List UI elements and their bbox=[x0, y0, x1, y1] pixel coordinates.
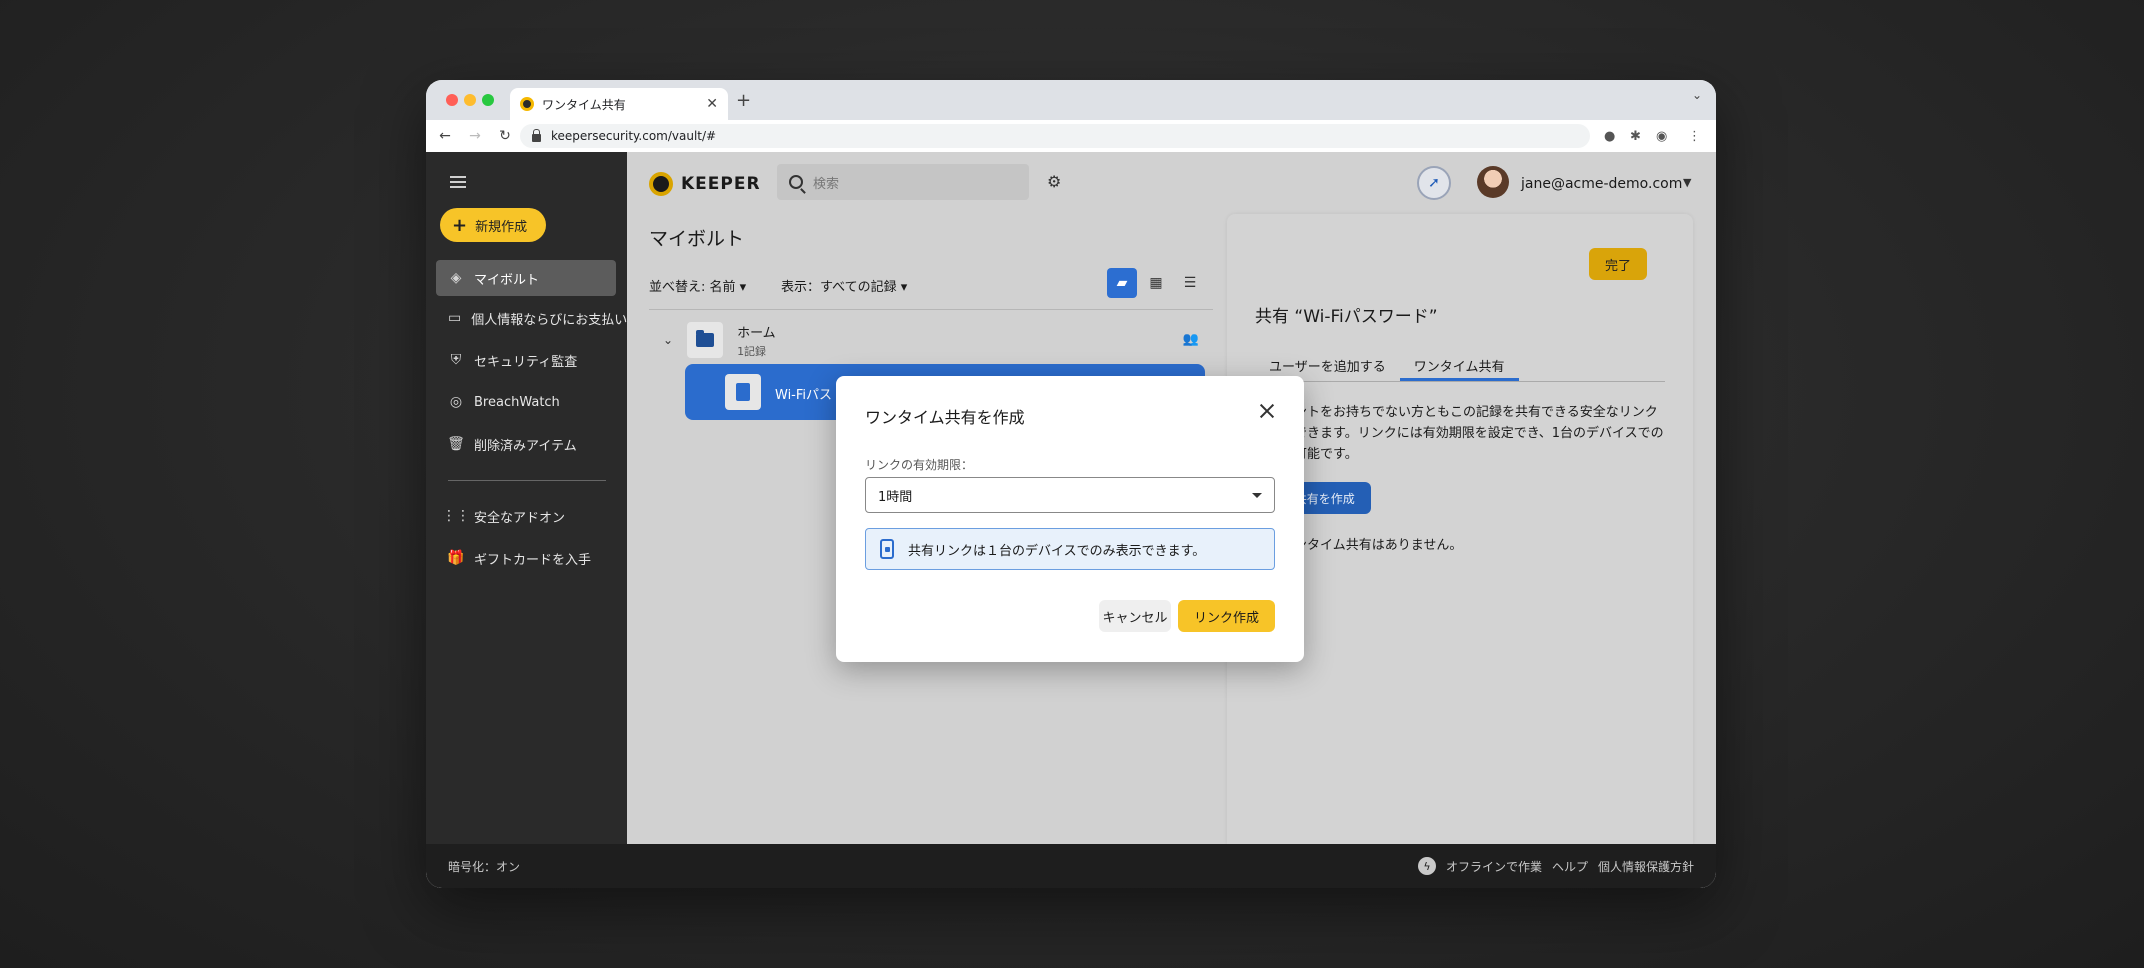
work-offline-link[interactable]: オフラインで作業 bbox=[1446, 858, 1542, 875]
profile-icon[interactable]: ◉ bbox=[1656, 129, 1667, 144]
expiry-value: 1時間 bbox=[878, 489, 913, 505]
close-icon[interactable] bbox=[1258, 402, 1276, 420]
close-window-button[interactable] bbox=[446, 94, 458, 106]
keeper-extension-icon[interactable]: ● bbox=[1604, 129, 1615, 144]
maximize-window-button[interactable] bbox=[482, 94, 494, 106]
cancel-button[interactable]: キャンセル bbox=[1099, 600, 1171, 632]
keeper-favicon-icon bbox=[520, 97, 534, 111]
url-text: keepersecurity.com/vault/# bbox=[551, 129, 717, 143]
kebab-menu-icon[interactable]: ⋮ bbox=[1688, 129, 1701, 144]
expiry-select[interactable]: 1時間 bbox=[865, 477, 1275, 513]
help-link[interactable]: ヘルプ bbox=[1552, 858, 1588, 875]
create-link-button[interactable]: リンク作成 bbox=[1178, 600, 1275, 632]
lightning-icon: ϟ bbox=[1417, 857, 1436, 875]
puzzle-extensions-icon[interactable]: ✱ bbox=[1630, 129, 1641, 144]
app-footer: 暗号化：オン ϟ オフラインで作業 ヘルプ 個人情報保護方針 bbox=[426, 844, 1716, 888]
reload-icon[interactable]: ↻ bbox=[494, 128, 516, 144]
address-bar[interactable]: keepersecurity.com/vault/# bbox=[520, 124, 1590, 148]
single-device-info: 共有リンクは１台のデバイスでのみ表示できます。 bbox=[865, 528, 1275, 570]
back-icon[interactable]: ← bbox=[434, 128, 456, 144]
info-text: 共有リンクは１台のデバイスでのみ表示できます。 bbox=[908, 543, 1206, 559]
dialog-title: ワンタイム共有を作成 bbox=[865, 408, 1025, 427]
forward-icon[interactable]: → bbox=[464, 128, 486, 144]
tab-close-icon[interactable]: ✕ bbox=[706, 96, 718, 112]
privacy-policy-link[interactable]: 個人情報保護方針 bbox=[1598, 858, 1694, 875]
expiry-label: リンクの有効期限： bbox=[865, 458, 974, 472]
tab-strip: ワンタイム共有 ✕ + ⌄ bbox=[426, 80, 1716, 120]
new-tab-icon[interactable]: + bbox=[736, 90, 751, 111]
browser-toolbar: ← → ↻ keepersecurity.com/vault/# ● ✱ ◉ ⋮ bbox=[426, 120, 1716, 152]
tab-title: ワンタイム共有 bbox=[542, 97, 626, 112]
caret-down-icon bbox=[1252, 493, 1262, 498]
create-one-time-share-dialog: ワンタイム共有を作成 リンクの有効期限： 1時間 共有リンクは１台のデバイスでの… bbox=[836, 376, 1304, 662]
encryption-status: 暗号化：オン bbox=[448, 859, 521, 874]
tab-search-chevron-icon[interactable]: ⌄ bbox=[1692, 88, 1702, 102]
device-icon bbox=[880, 539, 894, 559]
lock-icon bbox=[532, 128, 541, 142]
footer-links: ϟ オフラインで作業 ヘルプ 個人情報保護方針 bbox=[1417, 857, 1694, 875]
minimize-window-button[interactable] bbox=[464, 94, 476, 106]
browser-tab[interactable]: ワンタイム共有 ✕ bbox=[510, 88, 728, 120]
